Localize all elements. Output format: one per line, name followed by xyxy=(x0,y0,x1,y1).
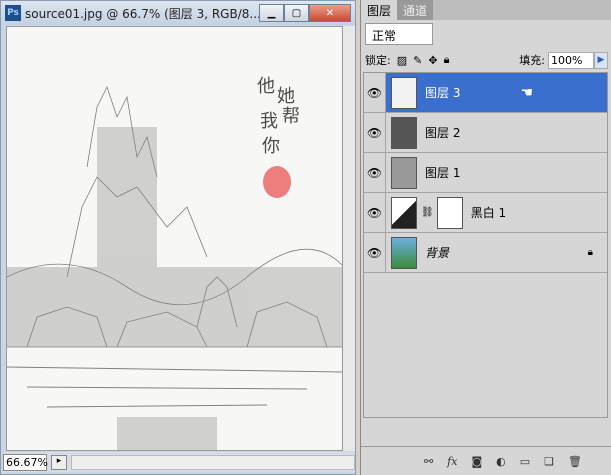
layer-row-1[interactable]: 👁︎ 图层 1 xyxy=(364,153,607,193)
link-icon[interactable]: ⚯ xyxy=(424,455,433,468)
lock-move-icon[interactable]: ✥ xyxy=(428,54,437,67)
layer-name: 图层 2 xyxy=(425,126,461,140)
lock-label: 锁定: xyxy=(365,54,391,67)
svg-text:你: 你 xyxy=(262,136,280,157)
blend-mode-select[interactable]: 正常 xyxy=(365,23,433,45)
layers-toolbar: ⚯ fx ◙ ◐ ▭ ❏ 🗑︎ xyxy=(361,446,611,475)
photoshop-icon: Ps xyxy=(5,5,21,21)
fx-button[interactable]: fx xyxy=(447,455,457,468)
lock-all-icon[interactable]: 🔒︎ xyxy=(444,53,450,67)
zoom-field[interactable]: 66.67% xyxy=(3,453,48,471)
lock-paint-icon[interactable]: ✎ xyxy=(413,54,422,67)
mask-thumbnail xyxy=(436,196,463,229)
lock-transparent-icon[interactable]: ▨ xyxy=(397,54,407,67)
status-menu-button[interactable]: ▸ xyxy=(51,454,67,470)
svg-text:帮: 帮 xyxy=(282,106,300,127)
adjustment-icon[interactable]: ◐ xyxy=(496,455,506,468)
layer-name: 背景 xyxy=(425,246,450,260)
layer-thumbnail xyxy=(391,156,417,189)
maximize-button[interactable]: ▢ xyxy=(284,4,309,22)
visibility-eye-icon[interactable]: 👁︎ xyxy=(364,233,386,272)
hand-cursor-icon: ☚ xyxy=(520,84,534,101)
layer-row-background[interactable]: 👁︎ 背景 🔒︎ xyxy=(364,233,607,273)
adjustment-thumbnail xyxy=(391,196,417,229)
tab-channels[interactable]: 通道 xyxy=(397,0,434,20)
visibility-eye-icon[interactable]: 👁︎ xyxy=(364,73,386,112)
trash-icon[interactable]: 🗑︎ xyxy=(568,455,582,468)
visibility-eye-icon[interactable]: 👁︎ xyxy=(364,113,386,152)
layer-thumbnail xyxy=(391,236,417,269)
layer-thumbnail xyxy=(391,76,417,109)
document-window: Ps source01.jpg @ 66.7% (图层 3, RGB/8... … xyxy=(0,0,356,475)
tab-layers[interactable]: 图层 xyxy=(361,0,398,20)
title-bar[interactable]: Ps source01.jpg @ 66.7% (图层 3, RGB/8... … xyxy=(1,1,355,25)
vertical-scrollbar[interactable] xyxy=(343,26,355,451)
lock-icon: 🔒︎ xyxy=(587,247,593,258)
layer-name: 图层 3 xyxy=(425,86,461,100)
mask-icon[interactable]: ◙ xyxy=(471,455,482,468)
svg-text:我: 我 xyxy=(260,111,278,132)
layer-row-2[interactable]: 👁︎ 图层 2 xyxy=(364,113,607,153)
close-button[interactable]: ✕ xyxy=(309,4,351,22)
image-canvas[interactable]: 他她 我帮 你 xyxy=(6,26,343,451)
chain-link-icon[interactable]: ⛓ xyxy=(421,207,434,218)
visibility-eye-icon[interactable]: 👁︎ xyxy=(364,193,386,232)
layers-panel: 图层 通道 正常 锁定: ▨ ✎ ✥ 🔒︎ 填充: 100% ▶ 👁︎ 图层 3… xyxy=(360,0,611,475)
layers-list: 👁︎ 图层 3 ☚ 👁︎ 图层 2 👁︎ 图层 1 👁︎ ⛓ 黑白 1 👁︎ 背… xyxy=(363,72,608,418)
status-bar: 66.67% ▸ xyxy=(3,452,355,472)
sketch-image: 他她 我帮 你 xyxy=(7,76,342,450)
group-icon[interactable]: ▭ xyxy=(520,455,530,468)
layer-row-3[interactable]: 👁︎ 图层 3 ☚ xyxy=(364,73,607,113)
layer-row-bw[interactable]: 👁︎ ⛓ 黑白 1 xyxy=(364,193,607,233)
svg-text:她: 她 xyxy=(277,86,295,107)
fill-slider-button[interactable]: ▶ xyxy=(594,51,608,69)
new-layer-icon[interactable]: ❏ xyxy=(544,455,554,468)
visibility-eye-icon[interactable]: 👁︎ xyxy=(364,153,386,192)
layer-name: 黑白 1 xyxy=(470,206,507,220)
fill-input[interactable]: 100% xyxy=(548,51,594,69)
minimize-button[interactable]: ▁ xyxy=(259,4,284,22)
document-title: source01.jpg @ 66.7% (图层 3, RGB/8... xyxy=(25,6,261,21)
fill-label: 填充: xyxy=(519,54,545,67)
horizontal-scrollbar[interactable] xyxy=(71,454,355,470)
svg-text:他: 他 xyxy=(257,76,275,97)
layer-name: 图层 1 xyxy=(425,166,461,180)
layer-thumbnail xyxy=(391,116,417,149)
